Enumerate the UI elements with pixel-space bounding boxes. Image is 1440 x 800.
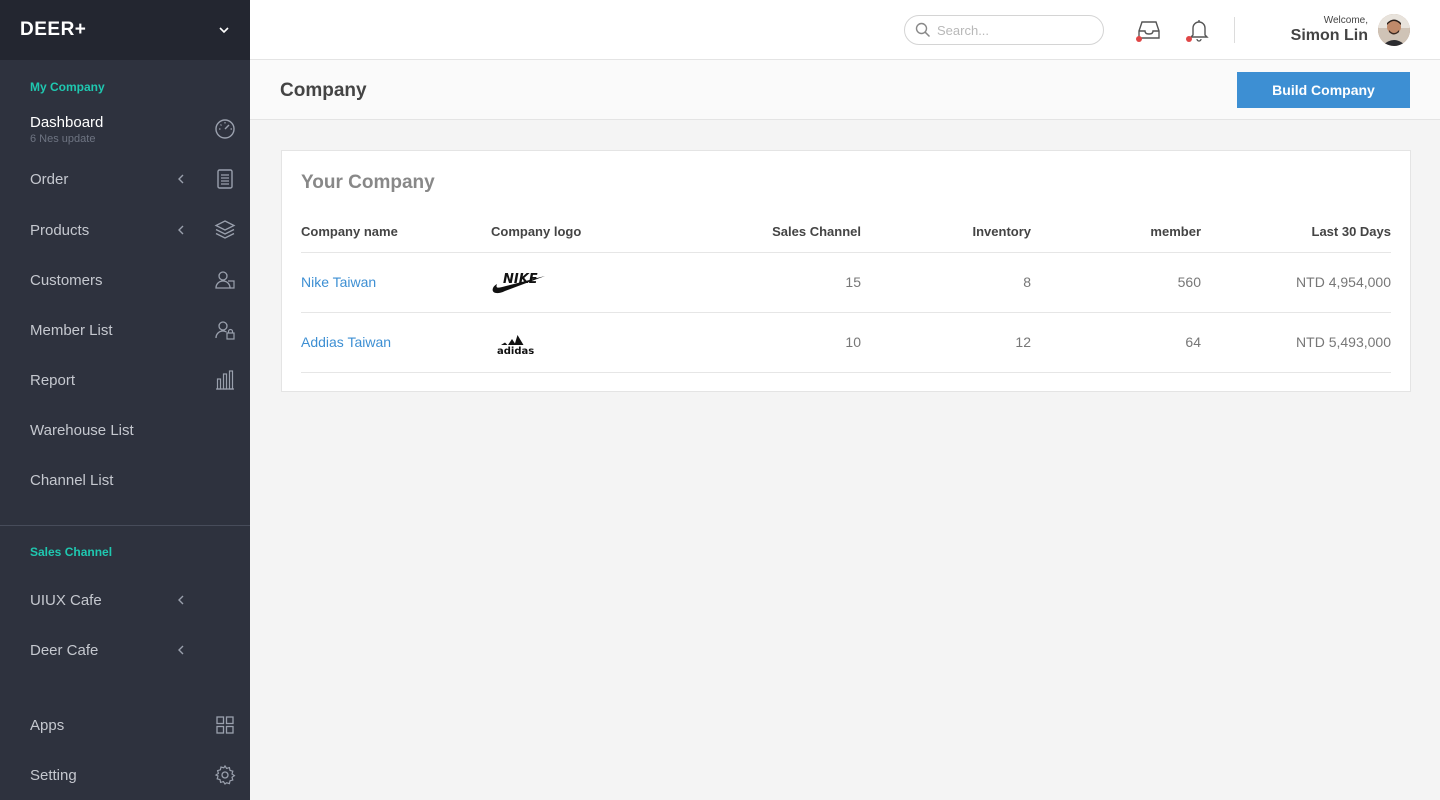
column-header-sales-channel[interactable]: Sales Channel (681, 211, 861, 253)
chevron-left-icon (178, 174, 184, 184)
sales-channel-cell: 15 (681, 252, 861, 313)
avatar[interactable] (1378, 14, 1410, 46)
chevron-left-icon (178, 225, 184, 235)
sidebar-item-label: Order (30, 170, 69, 188)
notification-dot (1186, 36, 1192, 42)
sidebar-item-label: Warehouse List (30, 421, 134, 439)
sidebar-divider (0, 525, 250, 526)
sidebar-item-deer-cafe[interactable]: Deer Cafe (0, 630, 250, 670)
table-header-row: Company name Company logo Sales Channel … (301, 211, 1391, 253)
chevron-left-icon (178, 595, 184, 605)
user-lock-icon (215, 321, 235, 340)
sales-channel-cell: 10 (681, 312, 861, 373)
company-table: Company name Company logo Sales Channel … (301, 211, 1391, 373)
welcome-text: Welcome, (1323, 15, 1368, 26)
sidebar-item-warehouse-list[interactable]: Warehouse List (0, 410, 250, 450)
gear-icon (214, 764, 236, 785)
dashboard-update-count: 6 Nes update (30, 132, 96, 145)
sidebar-item-setting[interactable]: Setting (0, 755, 250, 795)
sidebar-item-dashboard[interactable]: Dashboard 6 Nes update (0, 108, 250, 150)
sidebar-item-label: Apps (30, 716, 65, 734)
bar-chart-icon (216, 370, 234, 390)
sidebar-item-uiux-cafe[interactable]: UIUX Cafe (0, 580, 250, 620)
company-card: Your Company Company name Company logo S… (281, 150, 1411, 392)
box-icon (214, 220, 236, 239)
company-name-link[interactable]: Nike Taiwan (301, 274, 376, 290)
inbox-button[interactable] (1136, 17, 1162, 43)
speedometer-icon (215, 119, 235, 139)
sidebar-item-channel-list[interactable]: Channel List (0, 460, 250, 500)
sidebar-item-label: Customers (30, 271, 103, 289)
adidas-logo: adidas (497, 334, 534, 357)
nike-logo: NIKE (492, 272, 545, 293)
chevron-down-icon[interactable] (218, 24, 230, 36)
column-header-company-logo[interactable]: Company logo (491, 211, 681, 253)
search-input[interactable] (937, 22, 1097, 38)
column-header-company-name[interactable]: Company name (301, 211, 491, 253)
inventory-cell: 8 (861, 252, 1031, 313)
divider (1234, 17, 1235, 43)
notifications-button[interactable] (1186, 17, 1212, 43)
sidebar-item-apps[interactable]: Apps (0, 705, 250, 745)
sidebar-item-label: Setting (30, 766, 77, 784)
grid-icon (216, 716, 234, 734)
user-greeting[interactable]: Welcome, Simon Lin (1291, 15, 1368, 45)
section-title-my-company: My Company (30, 80, 105, 94)
sidebar-item-products[interactable]: Products (0, 210, 250, 250)
sidebar-item-label: Report (30, 371, 76, 389)
sidebar-item-member-list[interactable]: Member List (0, 310, 250, 350)
sidebar-item-label: Deer Cafe (30, 641, 99, 659)
member-cell: 64 (1031, 312, 1201, 373)
last-30-days-cell: NTD 5,493,000 (1201, 312, 1391, 373)
user-name: Simon Lin (1290, 27, 1368, 44)
table-row: Nike Taiwan NIKE 15 8 560 NTD 4,954,000 (301, 252, 1391, 313)
adidas-logo-text: adidas (497, 346, 534, 356)
section-title-sales-channel: Sales Channel (30, 545, 113, 559)
avatar-image (1378, 14, 1410, 46)
sidebar-item-label: Channel List (30, 471, 114, 489)
sidebar: DEER+ My Company Dashboard 6 Nes update … (0, 0, 250, 800)
brand-logo: DEER+ (20, 19, 87, 40)
last-30-days-cell: NTD 4,954,000 (1201, 252, 1391, 313)
company-name-link[interactable]: Addias Taiwan (301, 334, 391, 350)
column-header-inventory[interactable]: Inventory (861, 211, 1031, 253)
chevron-left-icon (178, 645, 184, 655)
search-box[interactable] (904, 15, 1104, 45)
sidebar-item-label: Member List (30, 321, 113, 339)
build-company-button[interactable]: Build Company (1237, 72, 1410, 108)
sidebar-item-report[interactable]: Report (0, 360, 250, 400)
page-header: Company Build Company (250, 60, 1440, 120)
card-title: Your Company (301, 172, 435, 193)
search-icon (915, 22, 931, 38)
member-cell: 560 (1031, 252, 1201, 313)
sidebar-item-label: UIUX Cafe (30, 591, 102, 609)
users-icon (215, 271, 235, 289)
page-title: Company (280, 80, 367, 101)
nike-logo-text: NIKE (503, 272, 538, 287)
table-row: Addias Taiwan adidas 10 12 64 NTD 5,493,… (301, 312, 1391, 373)
sidebar-item-customers[interactable]: Customers (0, 260, 250, 300)
top-bar: Welcome, Simon Lin (250, 0, 1440, 60)
sidebar-item-label: Products (30, 221, 90, 239)
inventory-cell: 12 (861, 312, 1031, 373)
column-header-member[interactable]: member (1031, 211, 1201, 253)
column-header-last-30-days[interactable]: Last 30 Days (1201, 211, 1391, 253)
sidebar-item-order[interactable]: Order (0, 159, 250, 199)
sidebar-item-label: Dashboard (30, 113, 104, 131)
notification-dot (1136, 36, 1142, 42)
document-icon (217, 169, 233, 189)
brand-bar[interactable]: DEER+ (0, 0, 250, 60)
